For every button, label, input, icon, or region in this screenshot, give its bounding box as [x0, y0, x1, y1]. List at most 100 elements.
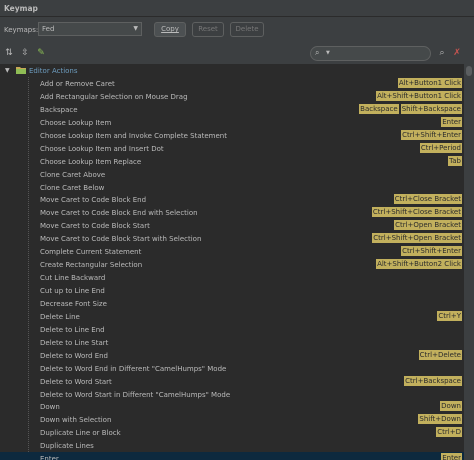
tree-row[interactable]: Delete to Word Start in Different "Camel… — [0, 388, 464, 401]
tree-row[interactable]: Move Caret to Code Block Start with Sele… — [0, 232, 464, 245]
expand-triangle-icon[interactable]: ▼ — [5, 67, 10, 74]
tree-row[interactable]: Choose Lookup Item and Insert Dot Ctrl+Pe… — [0, 142, 464, 155]
shortcut-badge: Shift+Down — [418, 414, 462, 425]
action-name: Choose Lookup Item and Insert Dot — [40, 144, 164, 153]
tree-row[interactable]: Complete Current Statement Ctrl+Shift+Ent… — [0, 245, 464, 258]
action-name: Backspace — [40, 105, 78, 114]
shortcut-list: Ctrl+Y — [437, 310, 462, 321]
edit-pencil-icon[interactable]: ✎ — [36, 48, 46, 58]
shortcut-list: Tab — [448, 155, 462, 166]
shortcut-badge: Shift+Backspace — [400, 103, 462, 114]
action-name: Decrease Font Size — [40, 299, 107, 308]
collapse-all-icon[interactable]: ⇳ — [20, 48, 30, 58]
scrollbar-thumb[interactable] — [466, 66, 472, 76]
tree-row[interactable]: Delete Line Ctrl+Y — [0, 310, 464, 323]
tree-row[interactable]: Delete to Word End in Different "CamelHu… — [0, 362, 464, 375]
shortcut-list: Ctrl+Shift+Open Bracket — [372, 233, 462, 244]
tree-row[interactable]: Duplicate Line or Block Ctrl+D — [0, 426, 464, 439]
shortcut-badge: Ctrl+Backspace — [404, 375, 462, 386]
shortcut-badge: Ctrl+Period — [419, 142, 462, 153]
action-name: Delete to Word Start in Different "Camel… — [40, 390, 231, 399]
keymaps-label: Keymaps: — [4, 26, 39, 34]
tree-row[interactable]: Create Rectangular Selection Alt+Shift+Bu… — [0, 258, 464, 271]
shortcut-badge: Alt+Shift+Button1 Click — [376, 90, 462, 101]
tree-row[interactable]: Down with Selection Shift+Down — [0, 413, 464, 426]
action-name: Delete to Word Start — [40, 377, 112, 386]
tree-row[interactable]: Add or Remove Caret Alt+Button1 Click — [0, 77, 464, 90]
shortcut-list: Enter — [441, 116, 462, 127]
shortcut-list: Down — [440, 401, 462, 412]
tree-row[interactable]: Delete to Word End Ctrl+Delete — [0, 349, 464, 362]
shortcut-badge: Ctrl+Close Bracket — [393, 194, 462, 205]
action-name: Move Caret to Code Block End with Select… — [40, 209, 198, 218]
tree-row[interactable]: Down Down — [0, 400, 464, 413]
action-name: Duplicate Lines — [40, 442, 94, 451]
tree-row[interactable]: Choose Lookup Item Replace Tab — [0, 155, 464, 168]
clear-filter-icon[interactable]: ✗ — [452, 48, 462, 58]
tree-row[interactable]: Delete to Line End — [0, 323, 464, 336]
tree-group-label: Editor Actions — [29, 67, 78, 75]
shortcut-badge: Tab — [448, 155, 462, 166]
action-name: Add Rectangular Selection on Mouse Drag — [40, 92, 188, 101]
scrollbar[interactable] — [464, 64, 474, 460]
tree-row[interactable]: Move Caret to Code Block End Ctrl+Close B… — [0, 193, 464, 206]
action-name: Complete Current Statement — [40, 248, 142, 257]
tree-row[interactable]: Choose Lookup Item and Invoke Complete S… — [0, 129, 464, 142]
tree-row[interactable]: Cut Line Backward — [0, 271, 464, 284]
action-name: Down — [40, 403, 60, 412]
action-name: Add or Remove Caret — [40, 80, 115, 88]
shortcut-badge: Ctrl+Y — [437, 310, 462, 321]
action-name: Choose Lookup Item and Invoke Complete S… — [40, 131, 227, 140]
action-name: Delete to Word End in Different "CamelHu… — [40, 364, 227, 373]
action-name: Clone Caret Below — [40, 183, 105, 192]
find-shortcut-icon[interactable]: ⌕ — [437, 48, 447, 58]
tree-row[interactable]: Move Caret to Code Block End with Select… — [0, 206, 464, 219]
tree-row[interactable]: Add Rectangular Selection on Mouse Drag A… — [0, 90, 464, 103]
shortcut-badge: Alt+Shift+Button2 Click — [376, 259, 462, 270]
tree-row[interactable]: Backspace Backspace Shift+Backspace — [0, 103, 464, 116]
tree-group-editor-actions[interactable]: ▼ Editor Actions — [0, 64, 464, 77]
tree-row[interactable]: Clone Caret Above — [0, 168, 464, 181]
tree-row[interactable]: Cut up to Line End — [0, 284, 464, 297]
action-name: Cut up to Line End — [40, 287, 105, 295]
shortcut-list: Enter — [441, 453, 462, 460]
shortcut-list: Backspace Shift+Backspace — [359, 103, 462, 114]
action-name: Enter — [40, 455, 59, 460]
tree-row[interactable]: Decrease Font Size — [0, 297, 464, 310]
shortcut-list: Ctrl+D — [436, 427, 462, 438]
shortcut-badge: Ctrl+Shift+Close Bracket — [371, 207, 462, 218]
shortcut-list: Ctrl+Backspace — [404, 375, 462, 386]
shortcut-list: Ctrl+Shift+Enter — [401, 129, 462, 140]
search-dropdown-icon[interactable]: ▼ — [326, 50, 330, 56]
shortcut-list: Shift+Down — [418, 414, 462, 425]
action-name: Choose Lookup Item — [40, 118, 112, 127]
search-input[interactable]: ⌕ ▼ — [310, 46, 431, 61]
tree-row[interactable]: Move Caret to Code Block Start Ctrl+Open … — [0, 219, 464, 232]
shortcut-badge: Alt+Button1 Click — [397, 78, 462, 88]
tree-row[interactable]: Choose Lookup Item Enter — [0, 116, 464, 129]
keymap-select[interactable]: Fed ▼ — [38, 22, 142, 36]
action-name: Cut Line Backward — [40, 274, 106, 283]
shortcut-list: Ctrl+Shift+Enter — [401, 246, 462, 257]
expand-all-icon[interactable]: ⇅ — [4, 48, 14, 58]
tree-row[interactable]: Clone Caret Below — [0, 181, 464, 194]
chevron-down-icon: ▼ — [133, 25, 138, 32]
tree-row[interactable]: Delete to Line Start — [0, 336, 464, 349]
delete-button[interactable]: Delete — [230, 22, 264, 37]
action-name: Create Rectangular Selection — [40, 261, 143, 270]
tree-row[interactable]: Enter Enter — [0, 452, 464, 460]
tree-row[interactable]: Duplicate Lines — [0, 439, 464, 452]
shortcut-badge: Down — [440, 401, 462, 412]
copy-button[interactable]: Copy — [154, 22, 186, 37]
reset-button[interactable]: Reset — [192, 22, 224, 37]
toolbar: ⇅ ⇳ ✎ ⌕ ▼ ⌕ ✗ — [0, 44, 474, 62]
action-name: Duplicate Line or Block — [40, 429, 121, 438]
shortcut-list: Ctrl+Open Bracket — [394, 220, 462, 231]
shortcut-list: Alt+Shift+Button1 Click — [376, 90, 462, 101]
shortcut-list: Alt+Button1 Click — [397, 78, 462, 88]
shortcut-badge: Ctrl+Shift+Open Bracket — [372, 233, 462, 244]
tree-row[interactable]: Delete to Word Start Ctrl+Backspace — [0, 375, 464, 388]
shortcut-badge: Ctrl+D — [436, 427, 462, 438]
shortcut-badge: Ctrl+Open Bracket — [394, 220, 462, 231]
tree-rows: Add or Remove Caret Alt+Button1 Click Add … — [0, 77, 464, 460]
